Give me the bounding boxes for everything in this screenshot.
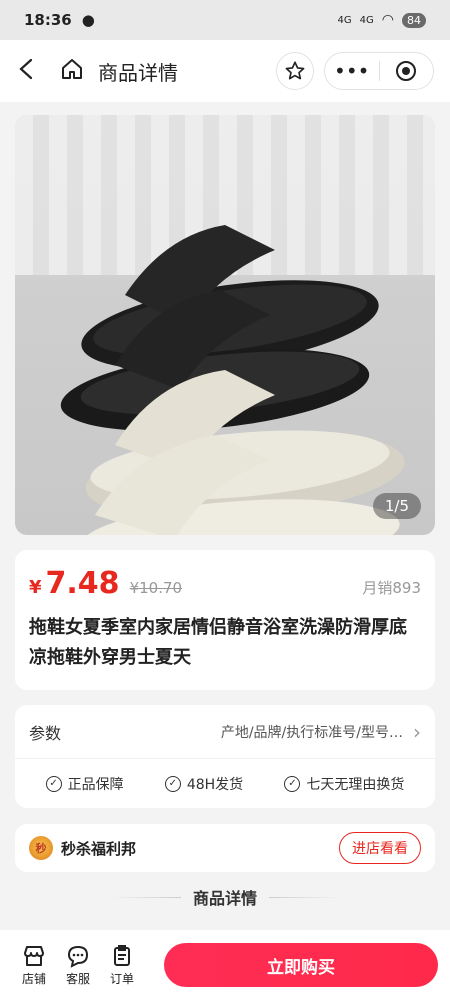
favorite-button[interactable] xyxy=(276,52,314,90)
divider-left xyxy=(110,896,181,898)
tab-label: 订单 xyxy=(109,971,134,986)
guarantee-item: ✓ 正品保障 xyxy=(45,774,124,794)
order-icon xyxy=(114,944,130,966)
shop-logo[interactable]: 秒 xyxy=(29,836,53,860)
wifi-icon: ◠ xyxy=(381,12,394,28)
close-button[interactable] xyxy=(380,60,434,82)
more-button[interactable]: ••• xyxy=(325,59,379,83)
guarantee-item: ✓ 七天无理由换货 xyxy=(284,774,404,794)
price-card: ¥ 7.48 ¥10.70 月销893 拖鞋女夏季室内家居情侣静音浴室洗澡防滑厚… xyxy=(15,550,435,690)
status-bar: 18:36 ● 4G 4G ◠ 84 xyxy=(0,0,450,40)
product-image xyxy=(60,225,405,535)
guarantee-label: 48H发货 xyxy=(186,776,244,793)
battery-icon: 84 xyxy=(402,12,426,28)
buy-now-button[interactable]: 立即购买 xyxy=(164,943,438,987)
visit-shop-button[interactable]: 进店看看 xyxy=(339,832,421,864)
detail-section-heading: 商品详情 xyxy=(0,885,450,909)
nav-bar: 商品详情 ••• xyxy=(0,40,450,102)
star-icon xyxy=(285,61,305,80)
current-price: 7.48 xyxy=(45,566,120,601)
tab-shop[interactable]: 店铺 xyxy=(12,944,56,987)
guarantees-row[interactable]: ✓ 正品保障 ✓ 48H发货 ✓ 七天无理由换货 xyxy=(15,759,435,808)
network-indicator-1: 4G xyxy=(337,14,352,26)
currency-symbol: ¥ xyxy=(29,577,42,598)
tab-label: 店铺 xyxy=(21,971,46,986)
tab-label: 客服 xyxy=(65,971,90,986)
network-indicator-2: 4G xyxy=(359,14,374,26)
check-circle-icon: ✓ xyxy=(45,775,62,792)
page-title: 商品详情 xyxy=(98,60,178,85)
mini-program-capsule: ••• xyxy=(324,52,434,90)
params-value: 产地/品牌/执行标准号/型号… xyxy=(220,724,403,741)
guarantee-label: 正品保障 xyxy=(67,776,124,793)
service-icon xyxy=(67,945,89,968)
home-icon[interactable] xyxy=(60,57,84,85)
status-right: 4G 4G ◠ 84 xyxy=(338,12,426,28)
notification-icon: ● xyxy=(81,11,95,29)
gallery-page-indicator: 1/5 xyxy=(372,493,421,519)
tab-order[interactable]: 订单 xyxy=(100,944,144,987)
shop-card: 秒 秒杀福利邦 进店看看 xyxy=(15,824,435,872)
status-time: 18:36 xyxy=(24,11,72,29)
guarantee-item: ✓ 48H发货 xyxy=(164,774,244,794)
check-circle-icon: ✓ xyxy=(284,775,301,792)
shop-name[interactable]: 秒杀福利邦 xyxy=(61,838,136,859)
monthly-sales: 月销893 xyxy=(362,579,421,597)
close-target-icon xyxy=(396,61,417,81)
product-image-gallery[interactable]: 1/5 xyxy=(15,115,435,535)
more-icon: ••• xyxy=(334,59,370,83)
bottom-action-bar: 店铺 客服 订单 立即购买 xyxy=(0,930,450,1000)
shop-icon xyxy=(24,945,44,966)
product-title: 拖鞋女夏季室内家居情侣静音浴室洗澡防滑厚底凉拖鞋外穿男士夏天 xyxy=(29,617,407,668)
original-price: ¥10.70 xyxy=(129,579,183,597)
params-label: 参数 xyxy=(29,723,62,743)
shop-logo-text: 秒 xyxy=(35,842,47,855)
price-row: ¥ 7.48 ¥10.70 月销893 xyxy=(29,566,421,601)
chevron-right-icon: › xyxy=(413,719,421,744)
params-row[interactable]: 参数 产地/品牌/执行标准号/型号… › xyxy=(15,705,435,759)
detail-title: 商品详情 xyxy=(192,889,257,908)
params-card: 参数 产地/品牌/执行标准号/型号… › ✓ 正品保障 ✓ 48H发货 ✓ 七天无理由… xyxy=(15,705,435,808)
divider-right xyxy=(269,896,339,898)
guarantee-label: 七天无理由换货 xyxy=(306,776,405,793)
nav-actions: ••• xyxy=(276,52,434,90)
tab-service[interactable]: 客服 xyxy=(56,944,100,987)
check-circle-icon: ✓ xyxy=(164,775,181,792)
back-icon[interactable] xyxy=(16,58,38,84)
